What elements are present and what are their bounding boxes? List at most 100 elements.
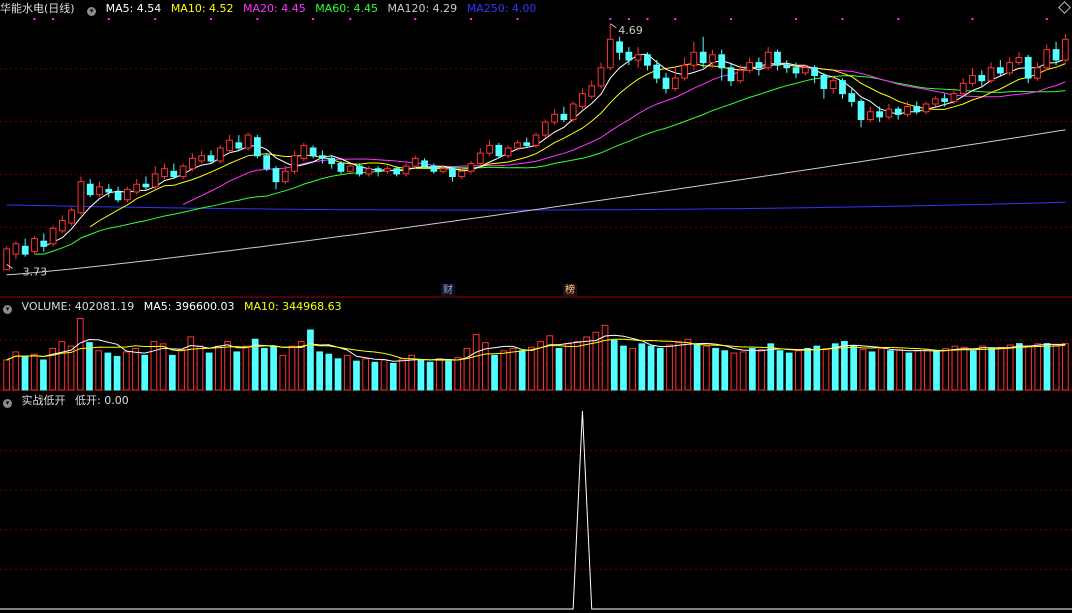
signal-dot <box>1045 18 1048 20</box>
candle-body <box>764 51 772 69</box>
volume-bar <box>905 352 913 391</box>
volume-bar <box>951 345 959 391</box>
candle-body <box>439 168 447 172</box>
candle-body <box>783 64 791 69</box>
volume-bar <box>979 345 986 391</box>
candlestick-chart[interactable]: 4.69 3.73 <box>0 0 1072 298</box>
candle-body <box>467 163 475 172</box>
candle-body <box>58 219 66 232</box>
candle-body <box>189 157 196 170</box>
candle-body <box>644 54 651 66</box>
candle-body <box>68 209 76 224</box>
candle-body <box>337 163 345 172</box>
tag-cai[interactable]: 财 <box>441 284 455 297</box>
candle-body <box>1061 38 1069 61</box>
tag-bang[interactable]: 榜 <box>563 284 577 297</box>
candle-body <box>1006 62 1014 74</box>
candle-body <box>235 142 243 149</box>
volume-bar <box>896 349 904 391</box>
candle-body <box>430 165 438 172</box>
volume-bar <box>850 345 857 391</box>
candle-body <box>393 168 401 175</box>
volume-bar <box>159 343 167 391</box>
candle-body <box>300 144 308 159</box>
candle-body <box>866 111 874 121</box>
candle-body <box>718 54 726 69</box>
candle-body <box>1052 49 1060 61</box>
candle-body <box>922 103 930 113</box>
volume-bar <box>95 350 103 391</box>
volume-bar <box>822 347 830 391</box>
candle-body <box>216 147 224 162</box>
candle-body <box>616 41 623 53</box>
volume-bar <box>629 347 637 391</box>
candle-body <box>560 113 568 121</box>
candle-body <box>151 173 159 188</box>
candle-body <box>755 62 763 69</box>
volume-bar <box>942 347 950 391</box>
volume-bar <box>813 345 821 391</box>
candle-body <box>941 98 949 102</box>
candle-body <box>96 186 103 196</box>
indicator-chart[interactable] <box>0 391 1072 613</box>
signal-dot <box>841 18 844 20</box>
candle-body <box>876 111 883 118</box>
candle-body <box>133 183 141 193</box>
volume-bar <box>712 347 719 391</box>
candle-body <box>346 165 354 172</box>
candle-body <box>987 67 995 82</box>
candle-body <box>449 168 456 177</box>
volume-bar <box>76 317 84 391</box>
candle-body <box>309 147 317 157</box>
candle-body <box>996 67 1004 74</box>
candle-body <box>495 144 503 157</box>
volume-bar <box>564 343 572 391</box>
candle-body <box>829 80 837 89</box>
volume-bar <box>749 347 756 391</box>
candle-body <box>263 155 271 170</box>
ma120-line <box>6 129 1066 276</box>
volume-bar <box>601 324 609 391</box>
candle-body <box>709 54 716 64</box>
volume-bar <box>122 351 130 391</box>
volume-chart[interactable] <box>0 297 1072 391</box>
volume-bar <box>620 345 627 391</box>
volume-bar <box>58 341 66 391</box>
candle-body <box>820 75 828 89</box>
volume-bar <box>325 353 333 391</box>
volume-bar <box>334 358 342 391</box>
candle-body <box>207 155 215 162</box>
candle-body <box>774 51 781 66</box>
candle-body <box>12 243 20 255</box>
volume-bar <box>574 341 581 391</box>
volume-bar <box>205 352 213 391</box>
signal-dot <box>107 18 110 20</box>
volume-bar <box>196 345 204 391</box>
volume-bar <box>1006 344 1014 391</box>
signal-dot <box>609 18 612 20</box>
signal-dot <box>414 18 417 20</box>
volume-bar <box>1052 344 1060 391</box>
candle-body <box>1024 56 1032 79</box>
volume-bar <box>546 335 554 391</box>
volume-bar <box>528 346 535 391</box>
candle-body <box>161 168 168 177</box>
candle-body <box>384 168 391 172</box>
volume-bar <box>353 360 360 391</box>
volume-bar <box>113 356 121 391</box>
candle-body <box>114 191 122 201</box>
volume-bar <box>40 359 47 391</box>
signal-dot <box>349 18 352 20</box>
volume-bar <box>675 342 683 391</box>
volume-bar <box>997 346 1005 391</box>
volume-bar <box>960 346 968 391</box>
volume-bar <box>988 347 996 391</box>
volume-bar <box>721 350 729 391</box>
signal-dot <box>256 18 259 20</box>
candle-body <box>514 142 521 149</box>
volume-bar <box>1062 343 1069 391</box>
volume-bar <box>804 347 811 391</box>
volume-bar <box>371 361 379 391</box>
candle-body <box>244 134 252 149</box>
signal-dot <box>52 18 55 20</box>
